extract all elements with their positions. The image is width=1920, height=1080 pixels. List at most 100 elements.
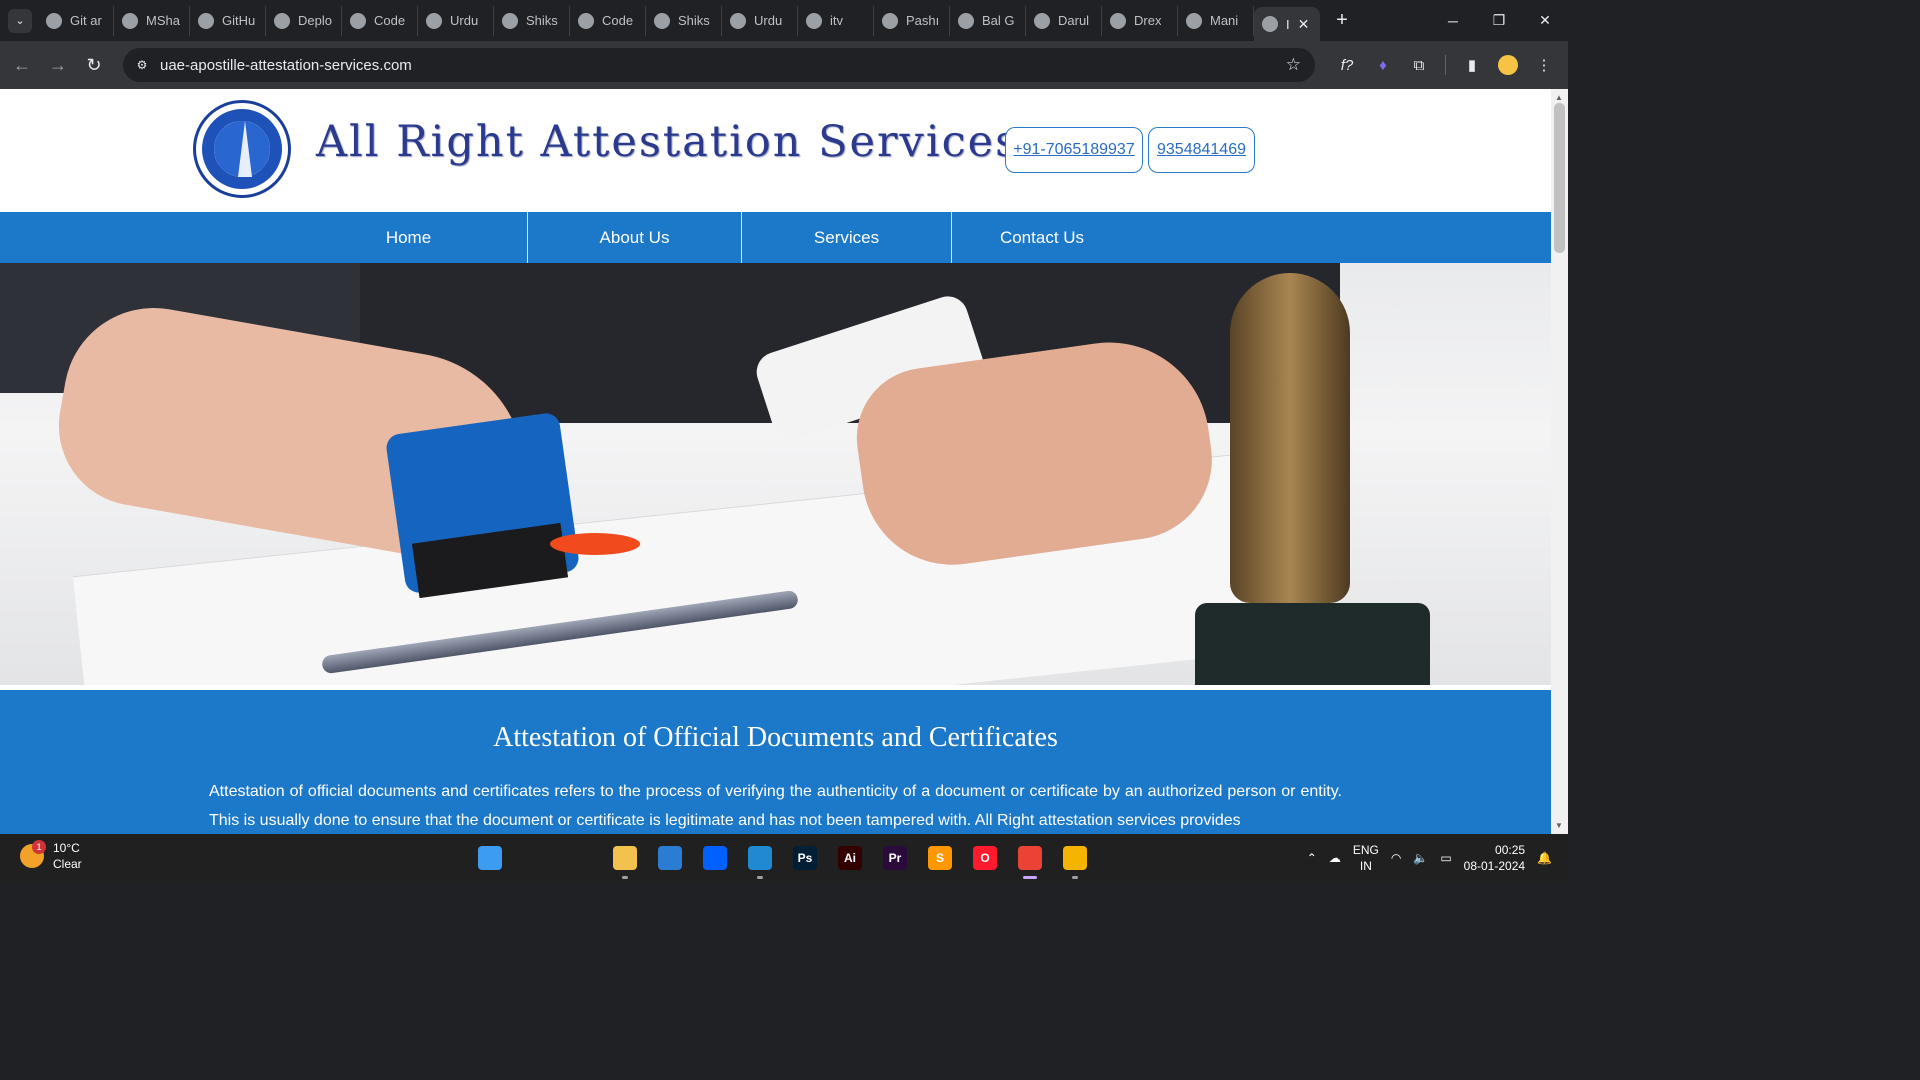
microsoft-store-icon[interactable]	[652, 840, 688, 876]
browser-tab[interactable]: Git ar	[38, 5, 114, 36]
tab-title: Drex	[1134, 13, 1162, 28]
browser-tab[interactable]: Deplo	[266, 5, 342, 36]
weather-widget[interactable]: 1 10°C Clear	[20, 840, 82, 872]
dropbox-glyph	[703, 846, 727, 870]
chrome-icon[interactable]	[1012, 840, 1048, 879]
browser-tab[interactable]: Bal G	[950, 5, 1026, 36]
vscode-icon[interactable]	[742, 840, 778, 879]
flame-extension-icon[interactable]: ♦	[1367, 49, 1399, 81]
company-logo[interactable]	[193, 100, 291, 198]
globe-icon	[350, 12, 366, 29]
site-info-icon[interactable]: ⚙	[133, 58, 151, 72]
tab-title: I	[1286, 16, 1290, 32]
nav-contact-us[interactable]: Contact Us	[952, 212, 1132, 263]
browser-tab[interactable]: itv	[798, 5, 874, 36]
volume-icon[interactable]: 🔈	[1413, 851, 1428, 865]
extensions-puzzle-icon[interactable]: ⧉	[1403, 49, 1435, 81]
sublime-icon[interactable]: S	[922, 840, 958, 876]
globe-icon	[578, 12, 594, 29]
browser-tab[interactable]: Urdu	[418, 5, 494, 36]
globe-icon	[730, 12, 746, 29]
photoshop-glyph: Ps	[793, 846, 817, 870]
scroll-up-icon[interactable]: ▲	[1555, 93, 1563, 102]
onedrive-icon[interactable]: ☁	[1329, 851, 1341, 865]
windows-start-icon[interactable]	[472, 840, 508, 876]
wifi-icon[interactable]: ◠	[1391, 851, 1401, 865]
notifications-bell-icon[interactable]: 🔔	[1537, 851, 1552, 865]
search-icon[interactable]	[517, 840, 553, 876]
language-indicator[interactable]: ENG IN	[1353, 842, 1379, 874]
running-indicator	[622, 876, 628, 879]
toolbar-divider	[1445, 55, 1446, 75]
tab-title: Darul	[1058, 13, 1090, 28]
back-icon[interactable]: ←	[4, 47, 40, 83]
browser-tab[interactable]: Darul	[1026, 5, 1102, 36]
weather-condition: Clear	[53, 857, 82, 871]
main-nav: Home About Us Services Contact Us	[0, 212, 1551, 263]
premiere-glyph: Pr	[883, 846, 907, 870]
tab-title: Deplo	[298, 13, 332, 28]
browser-tab[interactable]: Shiks	[494, 5, 570, 36]
tab-title: itv	[830, 13, 843, 28]
scroll-down-icon[interactable]: ▼	[1555, 821, 1563, 830]
nav-services[interactable]: Services	[742, 212, 951, 263]
file-explorer-icon[interactable]	[607, 840, 643, 879]
browser-tab[interactable]: Shiks	[646, 5, 722, 36]
browser-tab[interactable]: MSha	[114, 5, 190, 36]
browser-tab[interactable]: Code	[570, 5, 646, 36]
address-bar[interactable]: ⚙ uae-apostille-attestation-services.com…	[123, 48, 1315, 82]
side-panel-icon[interactable]: ▮	[1456, 49, 1488, 81]
running-indicator	[757, 876, 763, 879]
nav-about-us[interactable]: About Us	[528, 212, 741, 263]
section-heading: Attestation of Official Documents and Ce…	[493, 722, 1058, 753]
close-window-button[interactable]: ✕	[1522, 0, 1568, 41]
page-viewport: All Right Attestation Services +91-70651…	[0, 89, 1551, 834]
photoshop-icon[interactable]: Ps	[787, 840, 823, 876]
profile-avatar[interactable]	[1492, 49, 1524, 81]
browser-tab[interactable]: Mani	[1178, 5, 1254, 36]
premiere-icon[interactable]: Pr	[877, 840, 913, 876]
hero-image	[0, 263, 1551, 685]
tray-overflow-icon[interactable]: ⌃	[1307, 851, 1317, 865]
tab-title: Shiks	[526, 13, 558, 28]
browser-tab[interactable]: GitHu	[190, 5, 266, 36]
illustrator-icon[interactable]: Ai	[832, 840, 868, 876]
pashto-icon	[882, 12, 898, 29]
battery-icon[interactable]: ▭	[1440, 851, 1451, 865]
browser-tab[interactable]: Drex	[1102, 5, 1178, 36]
phone-link-secondary[interactable]: 9354841469	[1148, 127, 1255, 173]
minimize-button[interactable]: ─	[1430, 0, 1476, 41]
tab-list: Git ar MSha GitHu Deplo Code Urdu Shiks Code Shi…	[38, 0, 1320, 41]
opera-icon[interactable]: O	[967, 840, 1003, 876]
nav-home[interactable]: Home	[290, 212, 527, 263]
new-tab-button[interactable]: +	[1330, 9, 1354, 32]
close-tab-icon[interactable]: ✕	[1298, 16, 1310, 33]
taskbar-apps: Ps Ai Pr S O	[472, 840, 1093, 879]
browser-tab[interactable]: Urdu	[722, 5, 798, 36]
task-view-icon[interactable]	[562, 840, 598, 876]
forward-icon[interactable]: →	[40, 47, 76, 83]
url-text[interactable]: uae-apostille-attestation-services.com	[160, 57, 412, 74]
more-menu-icon[interactable]: ⋮	[1528, 49, 1560, 81]
notification-badge: 1	[32, 840, 46, 854]
font-extension-icon[interactable]: f?	[1331, 49, 1363, 81]
phone-link-primary[interactable]: +91-7065189937	[1005, 127, 1143, 173]
window-controls: ─ ❐ ✕	[1430, 0, 1568, 41]
bookmark-star-icon[interactable]: ☆	[1286, 55, 1301, 75]
git-client-icon[interactable]	[1057, 840, 1093, 879]
search-glyph	[523, 846, 547, 870]
browser-tab[interactable]: I ✕	[1254, 7, 1320, 41]
git-client-glyph	[1063, 846, 1087, 870]
scrollbar-thumb[interactable]	[1554, 103, 1565, 253]
task-view-glyph	[568, 846, 592, 870]
globe-icon	[426, 12, 442, 29]
browser-tab[interactable]: Code	[342, 5, 418, 36]
restore-button[interactable]: ❐	[1476, 0, 1522, 41]
reload-icon[interactable]: ↻	[76, 47, 112, 83]
page-scrollbar[interactable]: ▲ ▼	[1551, 89, 1568, 834]
tab-search-chevron-icon[interactable]: ⌄	[8, 8, 32, 33]
dropbox-icon[interactable]	[697, 840, 733, 876]
tab-title: Git ar	[70, 13, 102, 28]
clock[interactable]: 00:25 08-01-2024	[1464, 842, 1525, 874]
browser-tab[interactable]: Pashı	[874, 5, 950, 36]
